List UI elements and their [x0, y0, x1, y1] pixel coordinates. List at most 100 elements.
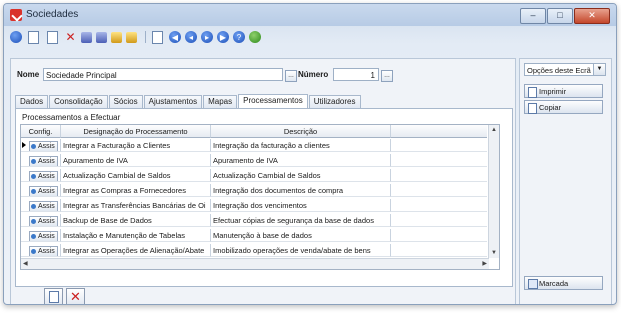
assistant-button[interactable]: Assis — [29, 186, 58, 196]
column-descricao[interactable]: Descrição — [211, 125, 391, 138]
scroll-up-icon[interactable]: ▲ — [491, 127, 497, 133]
number-field[interactable]: 1 — [333, 68, 379, 81]
table-row[interactable]: Assis Integrar a Facturação a Clientes Int… — [21, 139, 487, 152]
descricao-cell[interactable]: Imobilizado operações de venda/abate de … — [211, 244, 391, 257]
assistant-button[interactable]: Assis — [29, 141, 58, 151]
assistant-button[interactable]: Assis — [29, 201, 58, 211]
scroll-left-icon[interactable]: ◀ — [23, 260, 28, 267]
options-select-value: Opções deste Ecrã — [527, 66, 591, 75]
print-button[interactable]: Imprimir — [524, 84, 603, 98]
print-label: Imprimir — [539, 87, 567, 96]
designacao-cell[interactable]: Integrar a Facturação a Clientes — [61, 139, 211, 152]
navigate-icon[interactable] — [10, 31, 22, 43]
tab-ajustamentos[interactable]: Ajustamentos — [143, 95, 203, 108]
table-row[interactable]: Assis Actualização Cambial de Saldos Actua… — [21, 169, 487, 182]
descricao-cell[interactable]: Integração da facturação a clientes — [211, 139, 391, 152]
processing-grid: Config. Designação do Processamento Desc… — [20, 124, 500, 270]
window-title: Sociedades — [26, 9, 79, 20]
print-icon[interactable] — [111, 31, 122, 43]
marked-button[interactable]: Marcada — [524, 276, 603, 290]
designacao-cell[interactable]: Backup de Base de Dados — [61, 214, 211, 227]
copy-document-icon[interactable] — [47, 31, 58, 44]
list-icon[interactable] — [96, 31, 107, 43]
delete-button[interactable]: ✕ — [66, 288, 85, 304]
assistant-button[interactable]: Assis — [29, 231, 58, 241]
tab-utilizadores[interactable]: Utilizadores — [308, 95, 361, 108]
config-cell: Assis — [21, 244, 61, 257]
descricao-cell[interactable]: Efectuar cópias de segurança da base de … — [211, 214, 391, 227]
previous-record-icon[interactable]: ◂ — [185, 31, 197, 43]
delete-icon[interactable]: ✕ — [64, 30, 77, 44]
descricao-cell[interactable]: Integração dos vencimentos — [211, 199, 391, 212]
config-cell: Assis — [21, 169, 61, 182]
tab-dados[interactable]: Dados — [15, 95, 49, 108]
sociedades-window: Sociedades – □ ✕ ✕ ◀ ◂ ▸ ▶ ? Nome Socied… — [3, 3, 617, 305]
designacao-cell[interactable]: Integrar as Operações de Alienação/Abate — [61, 244, 211, 257]
refresh-icon[interactable] — [249, 31, 261, 43]
column-designacao[interactable]: Designação do Processamento — [61, 125, 211, 138]
assistant-button[interactable]: Assis — [29, 171, 58, 181]
tab-mapas[interactable]: Mapas — [203, 95, 238, 108]
copy-button[interactable]: Copiar — [524, 100, 603, 114]
name-field[interactable]: Sociedade Principal — [43, 68, 283, 81]
group-title: Processamentos a Efectuar — [22, 113, 121, 122]
assistant-button[interactable]: Assis — [29, 216, 58, 226]
next-record-icon[interactable]: ▸ — [201, 31, 213, 43]
tab-consolidacao[interactable]: Consolidação — [49, 95, 108, 108]
print-icon — [528, 87, 537, 98]
options-select[interactable]: Opções deste Ecrã ▼ — [524, 63, 606, 76]
table-row[interactable]: Assis Integrar as Compras a Fornecedores I… — [21, 184, 487, 197]
table-row[interactable]: Assis Integrar as Transferências Bancária… — [21, 199, 487, 212]
designacao-cell[interactable]: Instalação e Manutenção de Tabelas — [61, 229, 211, 242]
designacao-cell[interactable]: Integrar as Transferências Bancárias de … — [61, 199, 211, 212]
horizontal-scrollbar[interactable]: ◀ ▶ — [21, 258, 489, 269]
descricao-cell[interactable]: Integração dos documentos de compra — [211, 184, 391, 197]
chevron-down-icon[interactable]: ▼ — [593, 64, 605, 75]
maximize-button[interactable]: □ — [547, 8, 573, 24]
designacao-cell[interactable]: Apuramento de IVA — [61, 154, 211, 167]
title-bar[interactable]: Sociedades – □ ✕ — [4, 4, 616, 26]
designacao-cell[interactable]: Actualização Cambial de Saldos — [61, 169, 211, 182]
processamentos-panel: Processamentos a Efectuar Config. Design… — [15, 108, 513, 287]
new-button[interactable] — [44, 288, 63, 304]
filler-cell — [391, 139, 487, 152]
table-row[interactable]: Assis Apuramento de IVA Apuramento de IVA — [21, 154, 487, 167]
number-lookup-button[interactable]: … — [381, 70, 393, 82]
scroll-down-icon[interactable]: ▼ — [491, 250, 497, 256]
filler-cell — [391, 244, 487, 257]
close-button[interactable]: ✕ — [574, 8, 610, 24]
minimize-button[interactable]: – — [520, 8, 546, 24]
vertical-scrollbar[interactable]: ▲ ▼ — [488, 125, 499, 258]
assistant-button[interactable]: Assis — [29, 246, 58, 256]
copy-label: Copiar — [539, 103, 562, 112]
properties-icon[interactable] — [81, 31, 92, 43]
help-icon[interactable]: ? — [233, 31, 245, 43]
tab-socios[interactable]: Sócios — [108, 95, 143, 108]
descricao-cell[interactable]: Actualização Cambial de Saldos — [211, 169, 391, 182]
table-row[interactable]: Assis Integrar as Operações de Alienação/… — [21, 244, 487, 257]
config-cell: Assis — [21, 214, 61, 227]
descricao-cell[interactable]: Apuramento de IVA — [211, 154, 391, 167]
config-cell: Assis — [21, 229, 61, 242]
assistant-button[interactable]: Assis — [29, 156, 58, 166]
chart-icon[interactable] — [126, 31, 137, 43]
descricao-cell[interactable]: Manutenção à base de dados — [211, 229, 391, 242]
table-row[interactable]: Assis Backup de Base de Dados Efectuar cóp… — [21, 214, 487, 227]
filler-cell — [391, 184, 487, 197]
name-lookup-button[interactable]: … — [285, 70, 297, 82]
current-row-icon — [22, 142, 26, 148]
grid-header: Config. Designação do Processamento Desc… — [21, 125, 487, 138]
toolbar: ✕ ◀ ◂ ▸ ▶ ? — [10, 29, 265, 45]
preview-icon[interactable] — [152, 31, 163, 44]
filler-cell — [391, 169, 487, 182]
last-record-icon[interactable]: ▶ — [217, 31, 229, 43]
first-record-icon[interactable]: ◀ — [169, 31, 181, 43]
column-config[interactable]: Config. — [21, 125, 61, 138]
number-label: Número — [298, 70, 329, 79]
table-row[interactable]: Assis Instalação e Manutenção de Tabelas M… — [21, 229, 487, 242]
designacao-cell[interactable]: Integrar as Compras a Fornecedores — [61, 184, 211, 197]
scroll-right-icon[interactable]: ▶ — [482, 260, 487, 267]
toolbar-separator — [145, 31, 146, 43]
new-document-icon[interactable] — [28, 31, 39, 44]
tab-processamentos[interactable]: Processamentos — [238, 94, 308, 109]
